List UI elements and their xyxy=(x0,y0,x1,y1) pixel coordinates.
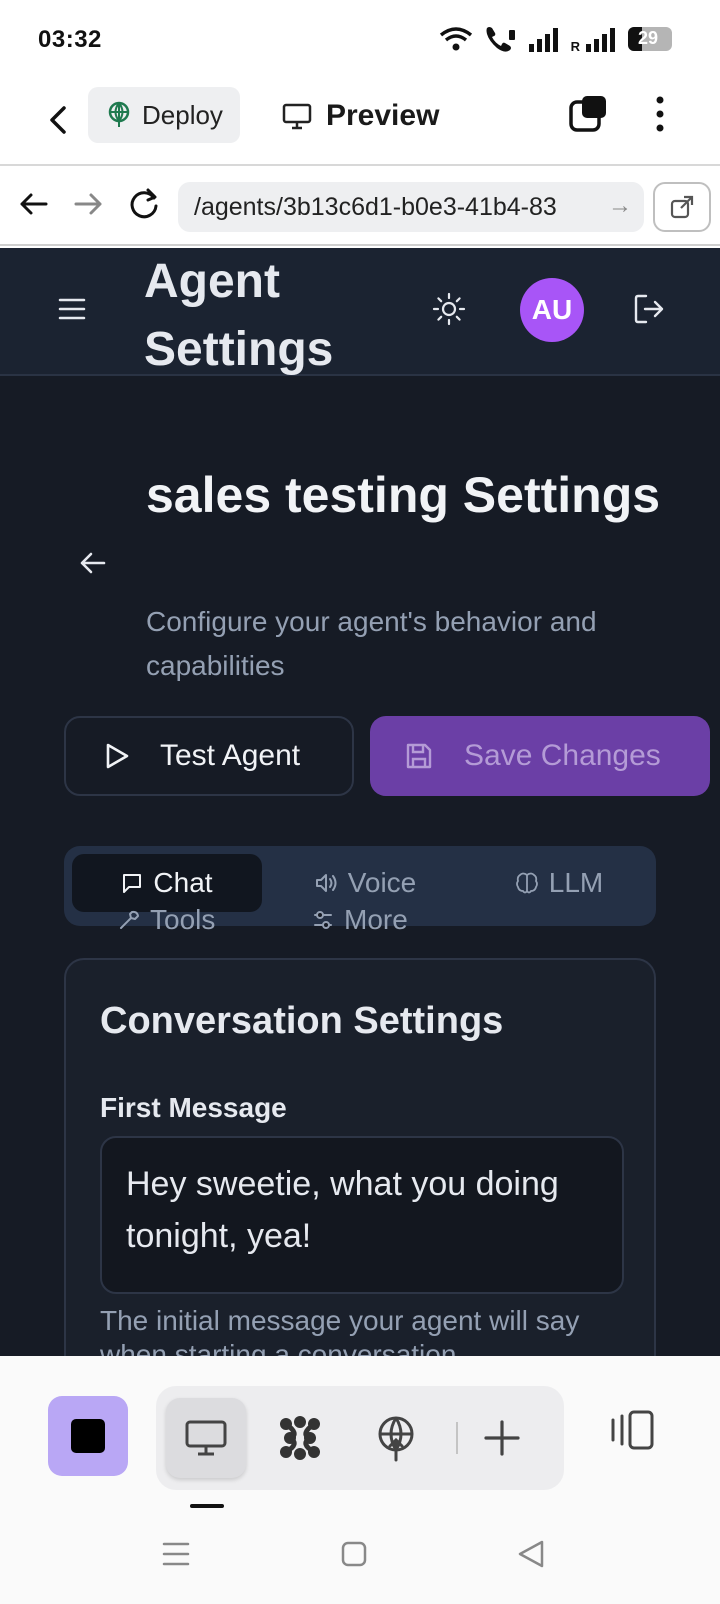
conversation-settings-card: Conversation Settings First Message Hey … xyxy=(64,958,656,1356)
open-external-button[interactable] xyxy=(653,182,711,232)
play-icon xyxy=(106,743,129,769)
first-message-help: The initial message your agent will say … xyxy=(100,1305,580,1356)
page-subtitle: Configure your agent's behavior and capa… xyxy=(146,606,597,681)
desktop-mode-button[interactable] xyxy=(166,1398,246,1478)
deploy-button[interactable]: Deploy xyxy=(88,87,240,143)
page-back-icon[interactable] xyxy=(78,548,108,578)
sliders-icon xyxy=(314,911,332,929)
chat-icon xyxy=(123,874,142,893)
roaming-indicator: R xyxy=(570,39,580,54)
first-message-textarea[interactable]: Hey sweetie, what you doing tonight, yea… xyxy=(100,1136,624,1294)
status-time: 03:32 xyxy=(38,26,102,53)
tab-tools-label: Tools xyxy=(150,904,216,935)
back-chevron-icon[interactable] xyxy=(40,100,80,140)
add-button[interactable] xyxy=(462,1398,542,1478)
nav-back-icon[interactable] xyxy=(16,186,52,222)
stop-button[interactable] xyxy=(48,1396,128,1476)
tab-voice-label: Voice xyxy=(347,867,417,898)
home-icon[interactable] xyxy=(334,1534,374,1574)
url-field[interactable]: /agents/3b13c6d1-b0e3-41b4-83 → xyxy=(178,182,644,232)
tab-more-label: More xyxy=(344,904,408,935)
wrench-icon xyxy=(120,910,139,929)
toolbar-divider xyxy=(456,1422,458,1454)
deploy-label: Deploy xyxy=(142,99,223,130)
page-title: sales testing Settings xyxy=(146,467,661,523)
save-changes-button[interactable]: Save Changes xyxy=(370,716,710,796)
app-header: Agent Settings AU xyxy=(0,248,720,376)
status-icons: R 29 xyxy=(439,24,672,54)
wifi-icon xyxy=(439,27,472,51)
tab-more[interactable]: More xyxy=(312,900,408,940)
tab-llm[interactable]: LLM xyxy=(464,854,654,912)
monitor-icon xyxy=(282,103,312,130)
url-bar: /agents/3b13c6d1-b0e3-41b4-83 → xyxy=(0,168,720,246)
logout-icon[interactable] xyxy=(632,292,666,326)
reload-icon[interactable] xyxy=(126,186,162,222)
test-agent-label: Test Agent xyxy=(160,739,301,772)
tab-chat-label: Chat xyxy=(153,867,213,898)
theme-toggle-icon[interactable] xyxy=(432,292,466,326)
more-options-icon[interactable] xyxy=(646,94,674,134)
url-go-icon[interactable]: → xyxy=(608,192,632,220)
save-icon xyxy=(406,743,432,769)
tab-llm-label: LLM xyxy=(548,867,604,898)
card-title: Conversation Settings xyxy=(100,1000,504,1042)
url-text: /agents/3b13c6d1-b0e3-41b4-83 xyxy=(194,192,557,221)
back-icon[interactable] xyxy=(512,1534,552,1574)
monitor-icon xyxy=(185,1420,227,1456)
battery-level: 29 xyxy=(638,28,659,48)
browser-app-bar: Deploy Preview xyxy=(0,80,720,166)
agent-settings-app: Agent Settings AU sales testing Settings… xyxy=(0,248,720,1356)
wifi-call-icon xyxy=(486,27,515,52)
user-avatar[interactable]: AU xyxy=(520,278,584,342)
status-bar: 03:32 R 29 xyxy=(0,0,720,80)
nav-forward-icon[interactable] xyxy=(70,186,106,222)
menu-icon[interactable] xyxy=(58,298,86,320)
test-agent-button[interactable]: Test Agent xyxy=(64,716,354,796)
preview-button[interactable]: Preview xyxy=(282,94,439,138)
deploy-icon xyxy=(108,101,130,127)
mode-switcher xyxy=(156,1386,564,1490)
deploy-mode-button[interactable] xyxy=(356,1398,436,1478)
battery-icon: 29 xyxy=(628,27,672,51)
recents-icon[interactable] xyxy=(156,1534,196,1574)
split-view-icon[interactable] xyxy=(608,1408,656,1452)
stop-icon xyxy=(71,1419,105,1453)
globe-upload-icon xyxy=(378,1416,414,1462)
bottom-toolbar xyxy=(0,1356,720,1508)
tabs-icon[interactable] xyxy=(568,94,608,134)
network-mode-button[interactable] xyxy=(260,1398,340,1478)
save-changes-label: Save Changes xyxy=(464,739,661,772)
external-link-icon xyxy=(670,195,694,219)
tab-tools[interactable]: Tools xyxy=(118,900,215,940)
brain-icon xyxy=(515,872,538,894)
app-header-title: Agent Settings xyxy=(144,255,334,376)
network-icon xyxy=(280,1416,320,1460)
first-message-label: First Message xyxy=(100,1092,287,1123)
signal-icon-2 xyxy=(586,28,615,52)
system-nav-bar xyxy=(0,1508,720,1604)
plus-icon xyxy=(484,1420,520,1456)
preview-label: Preview xyxy=(326,99,440,132)
speaker-icon xyxy=(315,874,337,892)
signal-icon xyxy=(528,28,558,52)
